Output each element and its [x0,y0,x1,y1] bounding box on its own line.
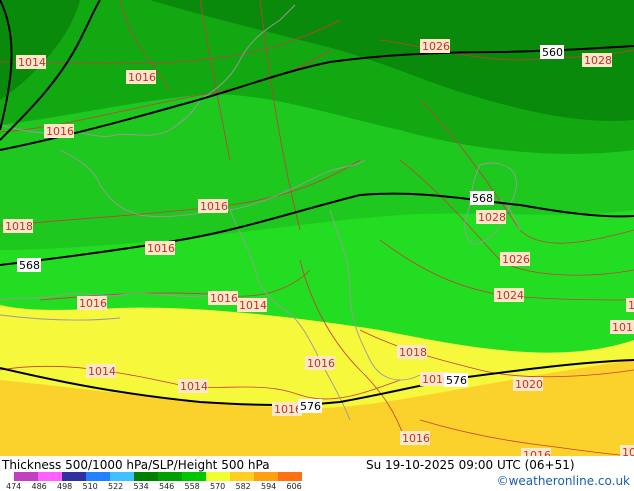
svg-text:1028: 1028 [478,211,506,224]
pressure-label: 1028 [476,210,506,224]
svg-text:1016: 1016 [402,432,430,445]
svg-text:1026: 1026 [502,253,530,266]
pressure-label: 1016 [208,291,238,305]
scale-swatch [230,472,254,481]
pressure-label: 1016 [145,241,175,255]
scale-swatch [86,472,110,481]
svg-text:1018: 1018 [399,346,427,359]
svg-text:1020: 1020 [515,378,543,391]
svg-text:1026: 1026 [422,40,450,53]
pressure-label: 1018 [610,320,634,334]
pressure-label: 1026 [420,39,450,53]
svg-text:560: 560 [542,46,563,59]
height-label: 576 [298,399,322,413]
svg-text:568: 568 [19,259,40,272]
svg-text:576: 576 [446,374,467,387]
map-datetime: Su 19-10-2025 09:00 UTC (06+51) [366,458,575,472]
svg-text:1018: 1018 [612,321,634,334]
svg-text:568: 568 [472,192,493,205]
pressure-label: 1016 [77,296,107,310]
svg-text:1016: 1016 [307,357,335,370]
svg-text:1016: 1016 [46,125,74,138]
color-scale [14,472,302,481]
svg-text:1014: 1014 [239,299,267,312]
pressure-label: 1016 [44,124,74,138]
svg-text:1016: 1016 [79,297,107,310]
pressure-label: 1016 [198,199,228,213]
svg-text:1014: 1014 [180,380,208,393]
pressure-label: 1020 [513,377,543,391]
scale-swatch [206,472,230,481]
svg-text:1016: 1016 [200,200,228,213]
svg-text:1016: 1016 [128,71,156,84]
pressure-label: 1016 [400,431,430,445]
height-label: 560 [540,45,564,59]
svg-text:1014: 1014 [88,365,116,378]
scale-swatch [38,472,62,481]
svg-text:1018: 1018 [628,299,634,312]
scale-swatch [158,472,182,481]
svg-text:1016: 1016 [210,292,238,305]
pressure-label: 1014 [86,364,116,378]
pressure-label: 1014 [16,55,46,69]
scale-swatch [254,472,278,481]
pressure-label: 1016 [126,70,156,84]
pressure-label: 1028 [582,53,612,67]
height-label: 576 [444,373,468,387]
scale-swatch [62,472,86,481]
scale-swatch [182,472,206,481]
scale-swatch [110,472,134,481]
pressure-label: 1014 [237,298,267,312]
scale-swatch [134,472,158,481]
svg-text:1024: 1024 [496,289,524,302]
pressure-label: 1016 [305,356,335,370]
scale-swatch [14,472,38,481]
svg-text:1028: 1028 [584,54,612,67]
pressure-label: 1014 [178,379,208,393]
map-title: Thickness 500/1000 hPa/SLP/Height 500 hP… [2,458,270,472]
scale-swatch [278,472,302,481]
svg-text:1018: 1018 [5,220,33,233]
pressure-label: 1026 [500,252,530,266]
weather-map: 1014 1016 1016 1016 1018 1016 1016 1016 … [0,0,634,462]
watermark: ©weatheronline.co.uk [496,474,630,488]
pressure-label: 1018 [626,298,634,312]
pressure-label: 1024 [494,288,524,302]
height-label: 568 [470,191,494,205]
pressure-label: 1016 [272,402,302,416]
svg-text:1016: 1016 [274,403,302,416]
svg-text:1014: 1014 [18,56,46,69]
pressure-label: 1018 [397,345,427,359]
height-label: 568 [17,258,41,272]
svg-text:1016: 1016 [147,242,175,255]
pressure-label: 1018 [3,219,33,233]
svg-text:576: 576 [300,400,321,413]
